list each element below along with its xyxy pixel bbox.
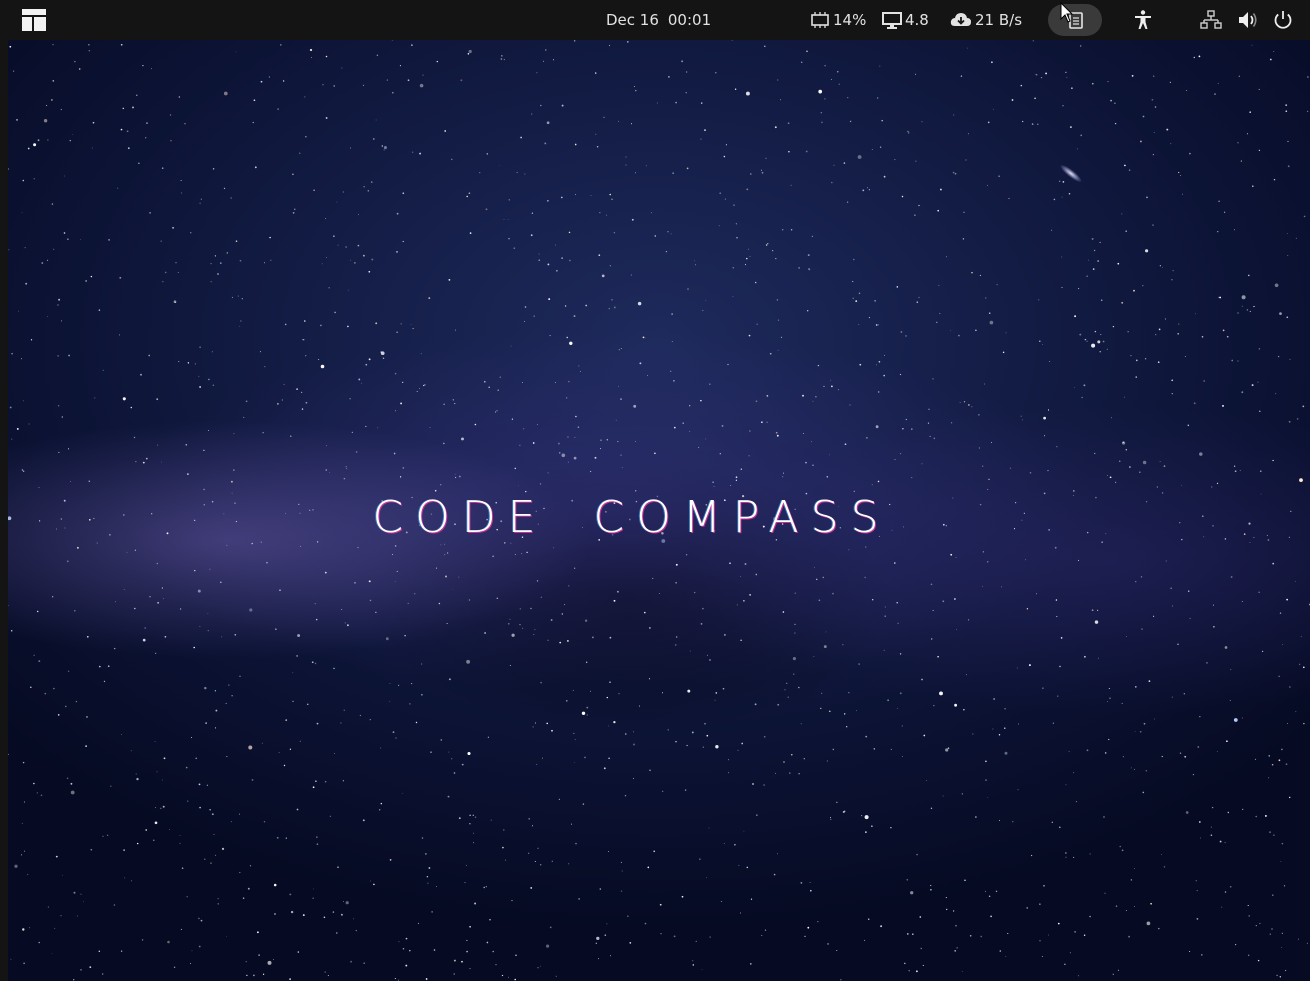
network-status-button[interactable] [1200, 0, 1224, 40]
clock-date: Dec 16 [606, 11, 659, 29]
network-speed-value: 21 B/s [975, 11, 1023, 29]
network-wired-icon [1200, 10, 1222, 30]
title-word-code: CODE [372, 492, 548, 543]
desktop-wallpaper: CODE COMPASS [8, 40, 1310, 981]
activities-grid-icon [22, 9, 46, 31]
clock-time: 00:01 [667, 11, 712, 29]
power-button[interactable] [1273, 0, 1295, 40]
left-panel-edge [0, 40, 8, 981]
cloud-download-icon [950, 12, 972, 28]
activities-button[interactable] [22, 0, 48, 40]
cpu-usage-value: 14% [833, 11, 867, 29]
system-monitor-network[interactable]: 21 B/s [950, 0, 1022, 40]
system-monitor-cpu[interactable]: 14% [810, 0, 866, 40]
title-word-compass: COMPASS [593, 492, 891, 543]
mouse-pointer-icon [1060, 1, 1086, 38]
power-icon [1273, 10, 1293, 30]
system-monitor-load[interactable]: 4.8 [882, 0, 929, 40]
wallpaper-title: CODE COMPASS [8, 492, 1255, 543]
volume-button[interactable] [1238, 0, 1260, 40]
monitor-icon [882, 11, 902, 29]
accessibility-button[interactable] [1134, 0, 1154, 40]
accessibility-icon [1134, 10, 1152, 30]
clock-button[interactable]: Dec 16 00:01 [606, 0, 711, 40]
volume-icon [1238, 11, 1258, 29]
cpu-chip-icon [810, 12, 830, 28]
top-panel: Dec 16 00:01 14% 4.8 21 B/s [0, 0, 1310, 40]
load-value: 4.8 [905, 11, 929, 29]
